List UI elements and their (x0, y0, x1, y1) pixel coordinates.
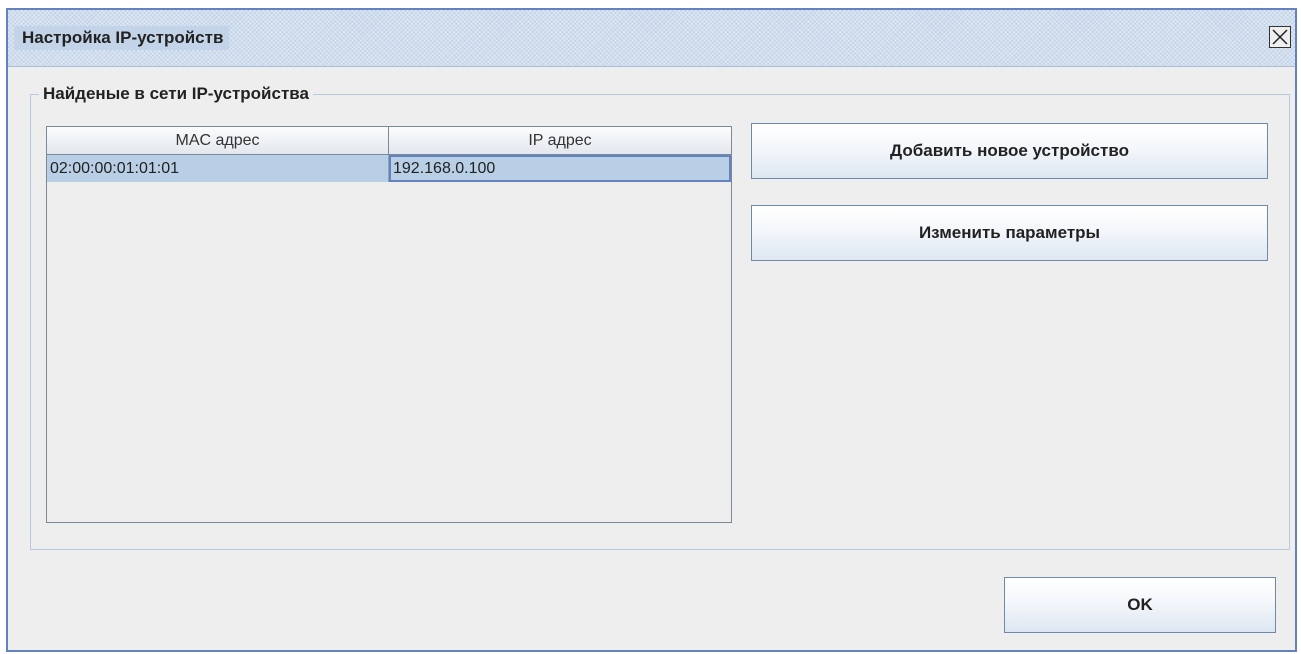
close-icon (1272, 29, 1288, 45)
dialog-window: Настройка IP-устройств Найденые в сети I… (6, 8, 1297, 652)
cell-mac[interactable]: 02:00:00:01:01:01 (47, 155, 389, 182)
window-title: Настройка IP-устройств (14, 26, 230, 50)
edit-parameters-button[interactable]: Изменить параметры (751, 205, 1268, 261)
cell-ip[interactable]: 192.168.0.100 (389, 155, 731, 182)
column-header-ip[interactable]: IP адрес (389, 127, 731, 155)
ok-button[interactable]: OK (1004, 577, 1276, 633)
close-button[interactable] (1269, 26, 1291, 48)
add-device-button[interactable]: Добавить новое устройство (751, 123, 1268, 179)
column-header-mac[interactable]: MAC адрес (47, 127, 389, 155)
devices-table[interactable]: MAC адрес IP адрес 02:00:00:01:01:01 192… (46, 126, 732, 523)
table-header: MAC адрес IP адрес (47, 127, 731, 155)
group-title: Найденые в сети IP-устройства (39, 81, 313, 107)
table-row[interactable]: 02:00:00:01:01:01 192.168.0.100 (47, 155, 731, 182)
title-bar[interactable]: Настройка IP-устройств (8, 10, 1295, 67)
